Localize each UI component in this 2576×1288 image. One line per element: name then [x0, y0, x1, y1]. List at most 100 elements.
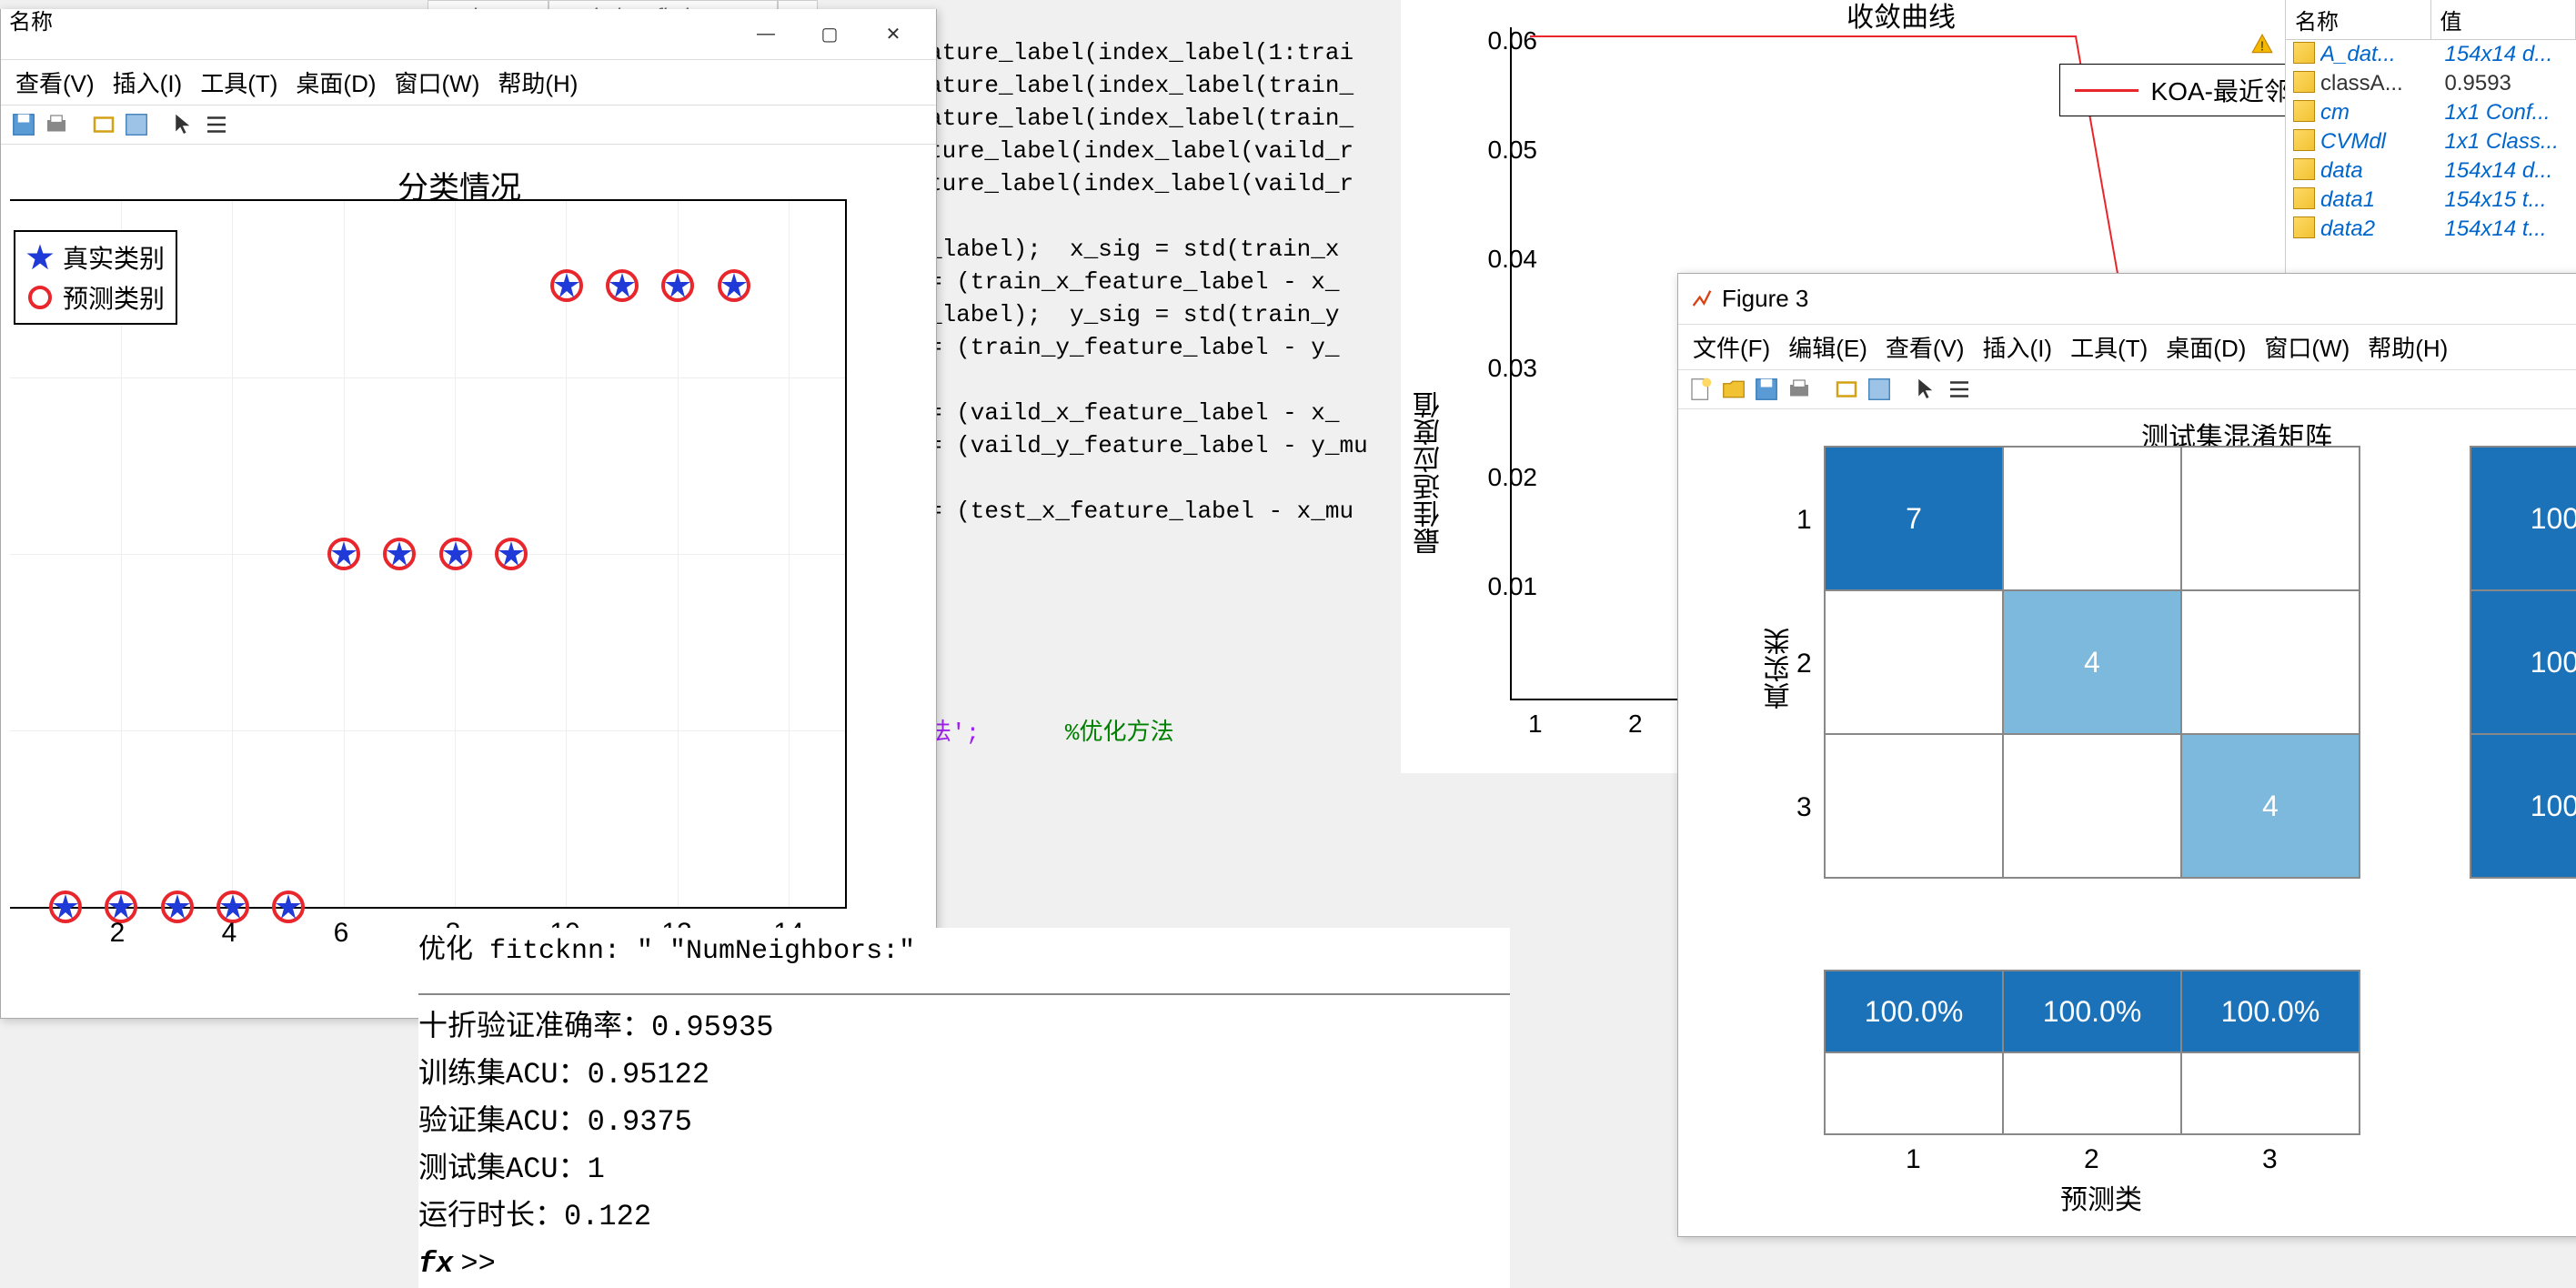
pointer-icon[interactable] — [170, 111, 197, 138]
real-marker — [552, 271, 581, 300]
menu-file[interactable]: 文件(F) — [1685, 328, 1777, 366]
cm-cell-3-2 — [2003, 734, 2181, 878]
print-icon[interactable] — [43, 111, 70, 138]
output-line-1: 十折验证准确率：0.95935 — [418, 1004, 1510, 1052]
workspace-row[interactable]: data1154x15 t... — [2286, 186, 2576, 215]
figure-3-content: 测试集混淆矩阵 7 4 4 100.0% 100.0% 100.0% 100.0… — [1678, 409, 2576, 1210]
menu-desktop[interactable]: 桌面(D) — [288, 64, 383, 101]
cm-cell-3-3: 4 — [2181, 734, 2360, 878]
menu-help[interactable]: 帮助(H) — [490, 64, 585, 101]
menu-view[interactable]: 查看(V) — [1878, 328, 1972, 366]
figure-3-titlebar: Figure 3 — ▢ ✕ — [1678, 274, 2576, 325]
confusion-ylabel: 真实类 — [1760, 628, 1800, 709]
workspace-row[interactable]: classA...0.9593 — [2286, 69, 2576, 98]
real-marker — [329, 539, 358, 569]
code-opt-line: 法'; %优化方法 — [928, 713, 1173, 747]
cm-cell-2-1 — [1825, 590, 2003, 734]
confusion-col-percent: 100.0% 100.0% 100.0% — [1824, 970, 2360, 1135]
real-marker — [497, 539, 526, 569]
real-marker — [663, 271, 692, 300]
real-marker — [719, 271, 749, 300]
pointer-icon[interactable] — [1913, 376, 1940, 403]
col-blank-2 — [2003, 1052, 2181, 1134]
menu-edit[interactable]: 编辑(E) — [1781, 328, 1875, 366]
variable-icon — [2293, 100, 2315, 122]
menu-desktop[interactable]: 桌面(D) — [2158, 328, 2253, 366]
close-button[interactable]: ✕ — [861, 16, 925, 53]
rect-icon[interactable] — [1833, 376, 1860, 403]
variable-icon — [2293, 187, 2315, 209]
col-value[interactable]: 值 — [2431, 0, 2576, 39]
var-name: CVMdl — [2320, 129, 2445, 155]
new-icon[interactable] — [1687, 376, 1715, 403]
open-icon[interactable] — [1720, 376, 1747, 403]
var-name: data1 — [2320, 187, 2445, 213]
figure-3-window: Figure 3 — ▢ ✕ 文件(F) 编辑(E) 查看(V) 插入(I) 工… — [1677, 273, 2576, 1237]
var-value: 154x14 t... — [2445, 216, 2570, 242]
confusion-row-percent: 100.0% 100.0% 100.0% — [2470, 446, 2576, 879]
var-value: 1x1 Conf... — [2445, 100, 2570, 126]
var-name: A_dat... — [2320, 42, 2445, 67]
col-label-1: 1 — [1906, 1144, 1921, 1175]
workspace-row[interactable]: CVMdl1x1 Class... — [2286, 127, 2576, 156]
var-value: 0.9593 — [2445, 71, 2570, 96]
cm-cell-2-3 — [2181, 590, 2360, 734]
menu-view[interactable]: 查看(V) — [8, 64, 102, 101]
cm-cell-1-3 — [2181, 447, 2360, 590]
workspace-row[interactable]: A_dat...154x14 d... — [2286, 40, 2576, 69]
var-value: 154x14 d... — [2445, 158, 2570, 184]
menu-tools[interactable]: 工具(T) — [2063, 328, 2155, 366]
workspace-row[interactable]: data2154x14 t... — [2286, 215, 2576, 244]
star-icon — [26, 244, 54, 271]
menu-window[interactable]: 窗口(W) — [2257, 328, 2357, 366]
ytick: 0.06 — [1488, 26, 1538, 55]
var-name: data2 — [2320, 216, 2445, 242]
col-pct-1: 100.0% — [1825, 971, 2003, 1052]
axes-icon[interactable] — [1866, 376, 1893, 403]
row-pct-2: 100.0% — [2470, 590, 2576, 734]
figure-1-plot: 分类情况 真实类别 预测类别 — [1, 163, 918, 1036]
real-marker — [51, 892, 80, 921]
menu-list-icon[interactable] — [203, 111, 230, 138]
warning-icon: ! — [2249, 33, 2276, 56]
real-marker — [274, 892, 303, 921]
output-line-2: 训练集ACU：0.95122 — [418, 1052, 1510, 1099]
col-pct-3: 100.0% — [2181, 971, 2360, 1052]
save-icon[interactable] — [10, 111, 37, 138]
variable-icon — [2293, 129, 2315, 151]
cm-cell-1-1: 7 — [1825, 447, 2003, 590]
legend-real-label: 真实类别 — [63, 239, 165, 276]
maximize-button[interactable]: ▢ — [798, 16, 861, 53]
fx-icon[interactable]: fx — [418, 1241, 453, 1288]
var-value: 1x1 Class... — [2445, 129, 2570, 155]
workspace-row[interactable]: data154x14 d... — [2286, 156, 2576, 186]
workspace-row[interactable]: cm1x1 Conf... — [2286, 98, 2576, 127]
xtick: 6 — [334, 918, 349, 949]
menu-insert[interactable]: 插入(I) — [106, 64, 190, 101]
minimize-button[interactable]: — — [734, 16, 798, 53]
col-label-3: 3 — [2262, 1144, 2278, 1175]
rect-icon[interactable] — [90, 111, 117, 138]
axes-icon[interactable] — [123, 111, 150, 138]
col-name[interactable]: 名称 — [2286, 0, 2431, 39]
menu-list-icon[interactable] — [1946, 376, 1973, 403]
output-line-4: 测试集ACU：1 — [418, 1146, 1510, 1193]
legend-line-icon — [2075, 89, 2138, 92]
col-label-2: 2 — [2084, 1144, 2099, 1175]
variable-icon — [2293, 42, 2315, 64]
menu-window[interactable]: 窗口(W) — [387, 64, 488, 101]
row-pct-1: 100.0% — [2470, 447, 2576, 590]
cm-cell-3-1 — [1825, 734, 2003, 878]
menu-help[interactable]: 帮助(H) — [2360, 328, 2455, 366]
column-header-name: 名称 — [9, 4, 53, 35]
prompt[interactable]: >> — [460, 1241, 495, 1288]
variable-icon — [2293, 71, 2315, 93]
save-icon[interactable] — [1753, 376, 1780, 403]
ytick: 0.01 — [1488, 572, 1538, 601]
menu-tools[interactable]: 工具(T) — [193, 64, 285, 101]
print-icon[interactable] — [1786, 376, 1813, 403]
menu-insert[interactable]: 插入(I) — [1976, 328, 2060, 366]
output-line-5: 运行时长：0.122 — [418, 1193, 1510, 1241]
figure-1-legend[interactable]: 真实类别 预测类别 — [14, 230, 177, 325]
workspace-panel: 名称 值 A_dat...154x14 d...classA...0.9593c… — [2285, 0, 2576, 300]
